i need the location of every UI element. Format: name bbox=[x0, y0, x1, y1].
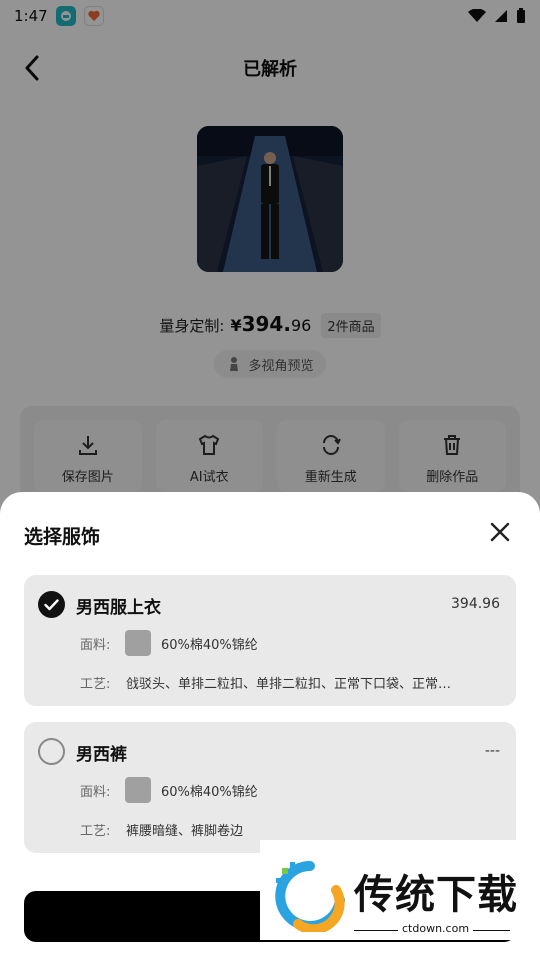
craft-value: 裤腰暗缝、裤脚卷边 bbox=[126, 824, 244, 839]
clothing-item-jacket[interactable]: 男西服上衣 394.96 面料: 60%棉40%锦纶 工艺: 戗驳头、单排二粒扣… bbox=[24, 575, 516, 706]
fabric-label: 面料: bbox=[80, 638, 111, 653]
clothing-item-trousers[interactable]: 男西裤 --- 面料: 60%棉40%锦纶 工艺: 裤腰暗缝、裤脚卷边 bbox=[24, 722, 516, 853]
checkmark-icon bbox=[44, 598, 59, 610]
unselected-checkbox[interactable] bbox=[38, 738, 65, 765]
close-button[interactable] bbox=[488, 520, 512, 544]
site-watermark: 传统下载 ctdown.com bbox=[260, 840, 540, 940]
fabric-label: 面料: bbox=[80, 785, 111, 800]
watermark-url: ctdown.com bbox=[398, 922, 474, 935]
fabric-value: 60%棉40%锦纶 bbox=[161, 785, 258, 800]
craft-label: 工艺: bbox=[80, 824, 111, 839]
craft-value: 戗驳头、单排二粒扣、单排二粒扣、正常下口袋、正常… bbox=[126, 677, 452, 692]
fabric-swatch[interactable] bbox=[125, 777, 151, 803]
item-name: 男西服上衣 bbox=[76, 598, 161, 618]
close-icon bbox=[490, 522, 510, 542]
fabric-value: 60%棉40%锦纶 bbox=[161, 638, 258, 653]
fabric-swatch[interactable] bbox=[125, 630, 151, 656]
item-price: 394.96 bbox=[451, 596, 500, 612]
item-price: --- bbox=[484, 743, 500, 759]
selected-checkbox[interactable] bbox=[38, 591, 65, 618]
watermark-brand: 传统下载 bbox=[354, 872, 518, 918]
brand-logo-icon bbox=[275, 861, 345, 932]
sheet-title: 选择服饰 bbox=[24, 526, 101, 548]
craft-label: 工艺: bbox=[80, 677, 111, 692]
item-name: 男西裤 bbox=[76, 745, 127, 765]
